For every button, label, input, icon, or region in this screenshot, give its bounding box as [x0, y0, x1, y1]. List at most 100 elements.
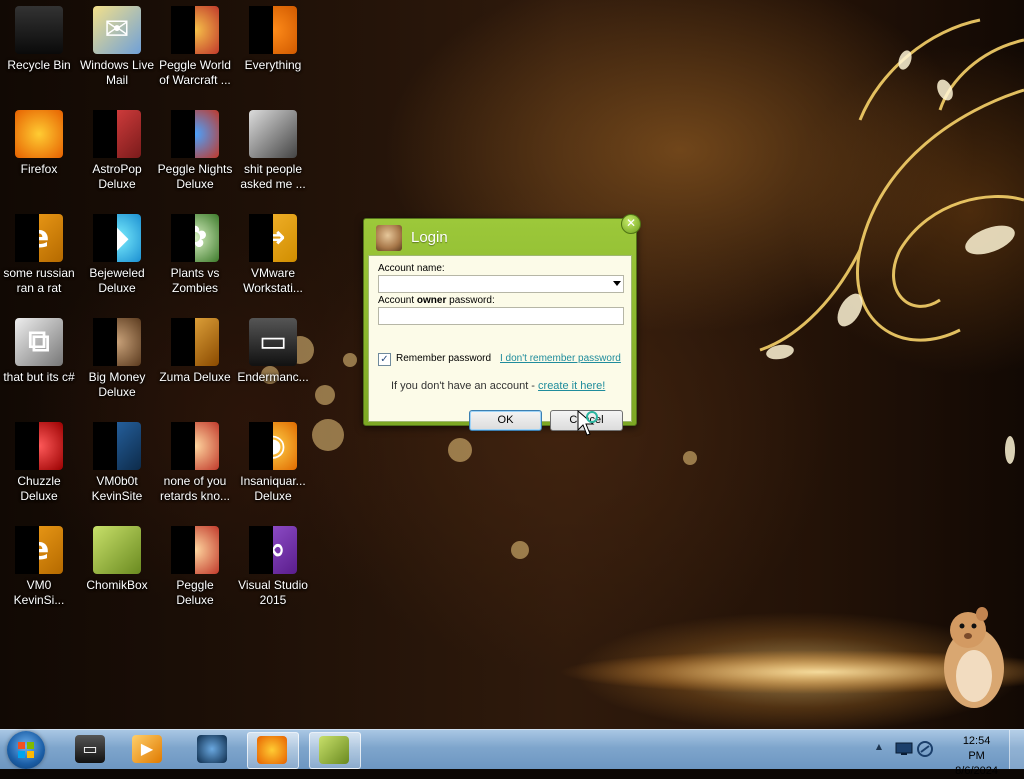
show-hidden-icons-button[interactable]: ▲ [876, 742, 882, 751]
chomikbox-app-taskbar-button[interactable] [309, 732, 361, 769]
desktop-icon-label: Big Money Deluxe [88, 370, 146, 399]
desktop-icon[interactable]: shit people asked me ... [234, 110, 312, 192]
password-label-bold: owner [416, 295, 447, 306]
create-account-link[interactable]: create it here! [538, 380, 605, 392]
desktop-icon[interactable]: none of you retards kno... [156, 422, 234, 504]
desktop-icon[interactable]: ChomikBox [78, 526, 156, 593]
desktop-icon[interactable]: Zuma Deluxe [156, 318, 234, 385]
account-name-dropdown[interactable] [378, 275, 624, 293]
close-button[interactable]: ✕ [621, 214, 641, 234]
media-player-app-taskbar-button[interactable]: ▶ [123, 732, 173, 767]
insaniquarium-icon: ◉ [249, 422, 297, 470]
password-field[interactable] [378, 307, 624, 325]
desktop-icon[interactable]: ✉ Windows Live Mail [78, 6, 156, 88]
desktop-icon-label: Bejeweled Deluxe [89, 266, 145, 295]
redaction-mask [93, 110, 117, 158]
desktop-icon-label: VM0b0t KevinSite [91, 474, 143, 503]
desktop-icon[interactable]: ⇔ VMware Workstati... [234, 214, 312, 296]
no-account-prefix: If you don't have an account - [391, 380, 539, 392]
windows-logo-icon [18, 742, 34, 758]
dialog-body: Account name: Account owner password: ✓ … [368, 255, 632, 431]
globe-icon [197, 735, 227, 763]
action-center-icon[interactable] [916, 740, 934, 758]
visual-studio-icon: ∞ [249, 526, 297, 574]
show-desktop-button[interactable] [1009, 730, 1024, 769]
desktop-icon-label: Visual Studio 2015 [238, 578, 308, 607]
big-money-icon [93, 318, 141, 366]
peggle-nights-icon [171, 110, 219, 158]
terminal-app-taskbar-button[interactable]: ▭ [66, 732, 116, 767]
network-icon[interactable] [895, 742, 913, 756]
desktop-icon[interactable]: Big Money Deluxe [78, 318, 156, 400]
desktop-icon[interactable]: Peggle Deluxe [156, 526, 234, 608]
desktop-icon-label: VMware Workstati... [243, 266, 303, 295]
vmware-icon: ⇔ [249, 214, 297, 262]
desktop-icon-label: ChomikBox [86, 578, 148, 592]
desktop-icon[interactable]: e VM0 KevinSi... [0, 526, 78, 608]
desktop-icon-label: that but its c# [3, 370, 75, 384]
remember-password-checkbox[interactable]: ✓ [378, 353, 391, 366]
redaction-mask [15, 526, 39, 574]
globe-app-taskbar-button[interactable] [188, 732, 238, 767]
hamster-mascot-icon [944, 607, 1004, 708]
desktop-icon[interactable]: ▭ Endermanc... [234, 318, 312, 385]
redaction-mask [249, 526, 273, 574]
redaction-mask [249, 422, 273, 470]
redaction-mask [93, 422, 117, 470]
desktop-icon[interactable]: ⧉ that but its c# [0, 318, 78, 385]
redaction-mask [93, 214, 117, 262]
desktop-icon-label: Peggle Deluxe [176, 578, 214, 607]
peggle-icon [171, 526, 219, 574]
desktop-icon[interactable]: ✿ Plants vs Zombies [156, 214, 234, 296]
desktop-icon[interactable]: Everything [234, 6, 312, 73]
desktop-icon[interactable]: VM0b0t KevinSite [78, 422, 156, 504]
desktop-icon-label: Endermanc... [237, 370, 309, 384]
desktop-icon[interactable]: Recycle Bin [0, 6, 78, 73]
desktop-icon-label: some russian ran a rat [3, 266, 75, 295]
desktop: Recycle Bin ✉ Windows Live Mail Peggle Worl… [0, 0, 1024, 729]
dialog-title: Login [411, 229, 448, 246]
desktop-icon[interactable]: ∞ Visual Studio 2015 [234, 526, 312, 608]
forgot-password-link[interactable]: I don't remember password [500, 353, 621, 364]
chomikbox-icon [93, 526, 141, 574]
chevron-down-icon[interactable] [613, 281, 621, 286]
desktop-icon[interactable]: e some russian ran a rat [0, 214, 78, 296]
file-icon: e [15, 214, 63, 262]
recycle-bin-icon [15, 6, 63, 54]
dialog-titlebar[interactable]: Login [364, 219, 636, 255]
redaction-mask [171, 6, 195, 54]
desktop-icon-label: Peggle World of Warcraft ... [159, 58, 231, 87]
clock[interactable]: 12:54 PM 8/6/2024 [955, 734, 998, 779]
firefox-icon [257, 736, 287, 764]
desktop-icon[interactable]: Chuzzle Deluxe [0, 422, 78, 504]
ok-button[interactable]: OK [469, 410, 542, 431]
login-dialog: Login ✕ Account name: Account owner pass… [363, 214, 641, 431]
windows-live-mail-icon: ✉ [93, 6, 141, 54]
desktop-icon[interactable]: ◉ Insaniquar... Deluxe [234, 422, 312, 504]
password-label-post: password: [446, 295, 495, 306]
taskbar: ▭ ▶ ▲ 12:54 PM 8/6/2024 [0, 729, 1024, 777]
desktop-icon[interactable]: Firefox [0, 110, 78, 177]
shortcut-icon: ⧉ [15, 318, 63, 366]
redaction-mask [93, 318, 117, 366]
desktop-icon-label: Everything [244, 58, 302, 72]
desktop-icon[interactable]: Peggle World of Warcraft ... [156, 6, 234, 88]
redaction-mask [171, 526, 195, 574]
mouse-cursor-icon [577, 410, 598, 436]
desktop-icon[interactable]: AstroPop Deluxe [78, 110, 156, 192]
start-button[interactable] [7, 731, 45, 769]
redaction-mask [249, 214, 273, 262]
vm-icon [93, 422, 141, 470]
redaction-mask [171, 318, 195, 366]
remember-password-label[interactable]: Remember password [396, 353, 491, 364]
peggle-icon [171, 422, 219, 470]
terminal-icon: ▭ [75, 735, 105, 763]
desktop-icon-label: Insaniquar... Deluxe [240, 474, 306, 503]
redaction-mask [15, 214, 39, 262]
firefox-app-taskbar-button[interactable] [247, 732, 299, 769]
astropop-icon [93, 110, 141, 158]
desktop-icon-label: Firefox [20, 162, 58, 176]
desktop-icon[interactable]: Peggle Nights Deluxe [156, 110, 234, 192]
clock-time: 12:54 PM [962, 735, 991, 762]
desktop-icon[interactable]: ◆ Bejeweled Deluxe [78, 214, 156, 296]
